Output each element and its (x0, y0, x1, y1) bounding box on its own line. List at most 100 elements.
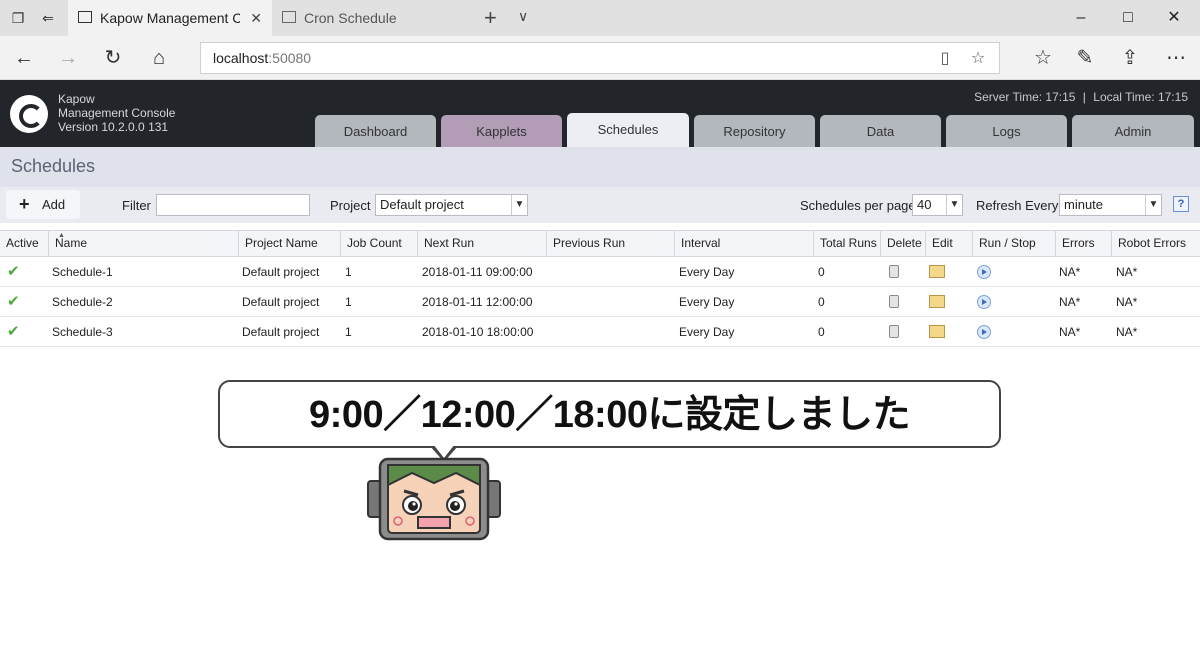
chevron-down-icon[interactable]: ∨ (518, 8, 528, 25)
server-time: Server Time: 17:15 (974, 90, 1076, 104)
cell-robot-errors: NA* (1116, 325, 1138, 339)
delete-trash-icon[interactable] (889, 295, 899, 308)
tab-kapplets[interactable]: Kapplets (441, 115, 562, 147)
cell-name: Schedule-2 (52, 295, 113, 309)
cell-project: Default project (242, 265, 320, 279)
new-tab-icon[interactable]: + (484, 6, 497, 30)
tab-repository[interactable]: Repository (694, 115, 815, 147)
run-play-icon[interactable] (977, 325, 991, 339)
cell-next-run: 2018-01-11 09:00:00 (422, 265, 533, 279)
project-select[interactable]: Default project ▼ (375, 194, 528, 216)
edit-icon[interactable] (929, 265, 945, 278)
browser-tab-cron[interactable]: Cron Schedule (272, 0, 472, 36)
maximize-icon[interactable]: □ (1113, 4, 1143, 32)
tab-logs[interactable]: Logs (946, 115, 1067, 147)
delete-trash-icon[interactable] (889, 265, 899, 278)
col-delete: Delete (880, 230, 925, 257)
favorite-star-icon[interactable]: ☆ (966, 47, 990, 71)
page-icon (282, 11, 296, 23)
filter-input[interactable] (156, 194, 310, 216)
col-edit: Edit (925, 230, 972, 257)
cell-job-count: 1 (345, 295, 352, 309)
brand-product: Management Console (58, 106, 176, 120)
run-play-icon[interactable] (977, 265, 991, 279)
per-page-select-value: 40 (917, 197, 932, 212)
add-button[interactable]: + Add (6, 190, 80, 219)
time-display: Server Time: 17:15 | Local Time: 17:15 (974, 90, 1188, 104)
cell-next-run: 2018-01-11 12:00:00 (422, 295, 533, 309)
table-row[interactable]: ✔ Schedule-1 Default project 1 2018-01-1… (0, 257, 1200, 287)
url-text: localhost:50080 (213, 50, 312, 66)
back-arrow-icon[interactable]: ← (10, 44, 38, 72)
active-check-icon[interactable]: ✔ (7, 322, 20, 340)
cell-project: Default project (242, 325, 320, 339)
share-icon[interactable]: ⇪ (1116, 44, 1144, 72)
cell-errors: NA* (1059, 265, 1081, 279)
active-check-icon[interactable]: ✔ (7, 292, 20, 310)
brand-version: Version 10.2.0.0 131 (58, 120, 169, 134)
tab-data[interactable]: Data (820, 115, 941, 147)
col-project-name[interactable]: Project Name (238, 230, 340, 257)
project-select-value: Default project (380, 197, 464, 212)
web-note-icon[interactable]: ✎ (1071, 44, 1099, 72)
cell-job-count: 1 (345, 325, 352, 339)
active-check-icon[interactable]: ✔ (7, 262, 20, 280)
col-errors[interactable]: Errors (1055, 230, 1111, 257)
speech-bubble: 9:00／12:00／18:00に設定しました (218, 380, 1001, 448)
per-page-label: Schedules per page (800, 198, 916, 213)
page-title: Schedules (11, 156, 96, 176)
set-tabs-aside-icon[interactable]: ⇐ (38, 8, 58, 28)
table-row[interactable]: ✔ Schedule-2 Default project 1 2018-01-1… (0, 287, 1200, 317)
col-next-run[interactable]: Next Run (417, 230, 546, 257)
tab-admin[interactable]: Admin (1072, 115, 1194, 147)
tab-dashboard[interactable]: Dashboard (315, 115, 436, 147)
address-bar[interactable]: localhost:50080 ▯ ☆ (200, 42, 1000, 74)
refresh-select[interactable]: minute ▼ (1059, 194, 1162, 216)
minimize-icon[interactable]: – (1066, 4, 1096, 32)
table-row[interactable]: ✔ Schedule-3 Default project 1 2018-01-1… (0, 317, 1200, 347)
page-header (0, 147, 1200, 187)
cell-job-count: 1 (345, 265, 352, 279)
cell-name: Schedule-1 (52, 265, 113, 279)
delete-trash-icon[interactable] (889, 325, 899, 338)
tab-schedules[interactable]: Schedules (567, 113, 689, 147)
brand-name: Kapow (58, 92, 95, 106)
add-button-label: Add (42, 197, 66, 212)
col-name[interactable]: Name (48, 230, 238, 257)
close-window-icon[interactable]: ✕ (1159, 4, 1189, 32)
cell-interval: Every Day (679, 325, 735, 339)
edit-icon[interactable] (929, 295, 945, 308)
reading-view-icon[interactable]: ▯ (933, 47, 957, 71)
per-page-select[interactable]: 40 ▼ (912, 194, 963, 216)
close-tab-icon[interactable]: ✕ (250, 0, 262, 36)
time-separator: | (1082, 90, 1086, 104)
col-active[interactable]: Active (0, 230, 48, 257)
more-menu-icon[interactable]: ⋯ (1162, 44, 1190, 72)
forward-arrow-icon[interactable]: → (54, 44, 82, 72)
browser-nav-bar: ← → ↻ ⌂ localhost:50080 ▯ ☆ ☆ ✎ ⇪ ⋯ (0, 36, 1200, 80)
page-icon (78, 11, 92, 23)
favorites-hub-icon[interactable]: ☆ (1029, 44, 1057, 72)
chevron-down-icon[interactable]: ▼ (946, 195, 962, 215)
chevron-down-icon[interactable]: ▼ (511, 195, 527, 215)
col-robot-errors[interactable]: Robot Errors (1111, 230, 1200, 257)
home-icon[interactable]: ⌂ (145, 44, 173, 72)
local-time: Local Time: 17:15 (1093, 90, 1188, 104)
robot-mascot-icon (367, 457, 501, 541)
col-previous-run[interactable]: Previous Run (546, 230, 674, 257)
col-job-count[interactable]: Job Count (340, 230, 417, 257)
cell-errors: NA* (1059, 295, 1081, 309)
run-play-icon[interactable] (977, 295, 991, 309)
tab-manager-icon[interactable]: ❐ (8, 8, 28, 28)
cell-interval: Every Day (679, 265, 735, 279)
edit-icon[interactable] (929, 325, 945, 338)
refresh-icon[interactable]: ↻ (99, 44, 127, 72)
col-interval[interactable]: Interval (674, 230, 813, 257)
help-icon[interactable]: ? (1173, 196, 1189, 212)
sort-ascending-icon: ▲ (58, 232, 65, 239)
col-total-runs[interactable]: Total Runs (813, 230, 880, 257)
callout-text: 9:00／12:00／18:00に設定しました (309, 394, 910, 436)
browser-tab-kapow[interactable]: Kapow Management Cc ✕ (68, 0, 272, 36)
filter-label: Filter (122, 198, 151, 213)
chevron-down-icon[interactable]: ▼ (1145, 195, 1161, 215)
